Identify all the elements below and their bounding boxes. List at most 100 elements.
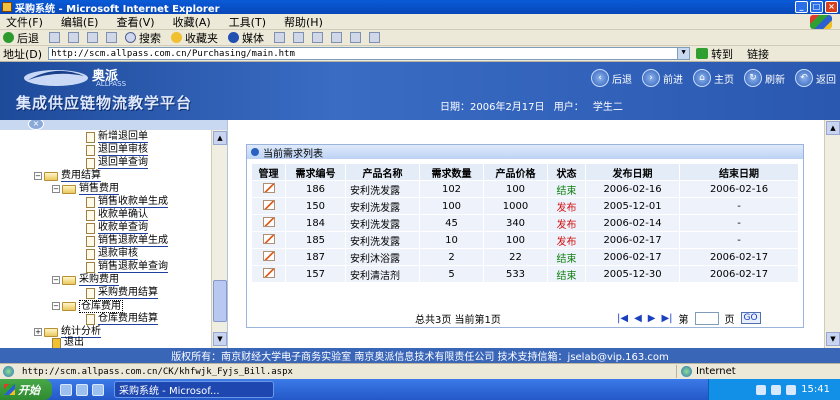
tree-item[interactable]: 仓库费用结算 (86, 313, 158, 325)
close-pane-icon[interactable]: × (28, 120, 44, 130)
menu-view[interactable]: 查看(V) (116, 14, 154, 30)
nav-back-button[interactable]: ‹ 后退 (591, 69, 632, 87)
menu-file[interactable]: 文件(F) (6, 14, 43, 30)
edit-cell[interactable] (251, 180, 286, 198)
prev-page-icon[interactable]: ◀ (634, 313, 642, 324)
first-page-icon[interactable]: |◀ (617, 313, 628, 324)
nav-home-button[interactable]: ⌂ 主页 (693, 69, 734, 87)
tree-item[interactable]: 销售退款单生成 (86, 235, 168, 247)
nav-forward-button[interactable]: › 前进 (642, 69, 683, 87)
edit-pencil-icon[interactable] (262, 267, 275, 278)
messenger-icon[interactable] (369, 32, 380, 43)
main-scrollbar[interactable]: ▲ ▼ (824, 120, 840, 348)
chevron-down-icon[interactable]: ▼ (677, 48, 690, 59)
edit-cell[interactable] (251, 265, 286, 283)
tree-item[interactable]: 销售退款单查询 (86, 261, 168, 273)
print-icon[interactable] (312, 32, 323, 43)
edit-cell[interactable] (251, 248, 286, 266)
menu-edit[interactable]: 编辑(E) (61, 14, 99, 30)
menu-help[interactable]: 帮助(H) (284, 14, 323, 30)
scroll-up-icon[interactable]: ▲ (213, 131, 227, 145)
maximize-button[interactable]: □ (810, 1, 823, 13)
stop-icon[interactable] (68, 32, 79, 43)
tree-folder[interactable]: − 采购费用 (52, 274, 119, 286)
back-button[interactable]: 后退 (3, 30, 39, 46)
cell-id: 186 (285, 180, 346, 198)
tree-item[interactable]: 收款单查询 (86, 222, 148, 234)
links-button[interactable]: 链接 (747, 46, 769, 62)
folder-icon[interactable] (350, 32, 361, 43)
tree-item[interactable]: 新增退回单 (86, 131, 148, 143)
edit-cell[interactable] (251, 197, 286, 215)
tree-item[interactable]: 销售收款单生成 (86, 196, 168, 208)
collapse-icon[interactable]: − (52, 185, 60, 193)
quick-launch (60, 383, 104, 396)
ime-tray-icon[interactable] (786, 384, 797, 395)
table-row: 184 安利洗发露 45 340 发布 2006-02-14 - (251, 214, 799, 232)
close-button[interactable]: × (825, 1, 838, 13)
cell-end-date: 2006-02-16 (679, 180, 799, 198)
edit-cell[interactable] (251, 214, 286, 232)
media-button[interactable]: 媒体 (228, 30, 264, 46)
mail-icon[interactable] (293, 32, 304, 43)
home-icon[interactable] (106, 32, 117, 43)
cell-id: 150 (285, 197, 346, 215)
nav-refresh-button[interactable]: ↻ 刷新 (744, 69, 785, 87)
tree-folder[interactable]: − 销售费用 (52, 183, 119, 195)
edit-pencil-icon[interactable] (262, 250, 275, 261)
menu-tools[interactable]: 工具(T) (229, 14, 266, 30)
media-quicklaunch-icon[interactable] (92, 383, 104, 396)
tree-item[interactable]: 退出 (52, 337, 84, 348)
cell-id: 187 (285, 248, 346, 266)
forward-icon[interactable] (49, 32, 60, 43)
network-tray-icon[interactable] (756, 384, 767, 395)
edit-pencil-icon[interactable] (262, 199, 275, 210)
start-button[interactable]: 开始 (0, 379, 52, 400)
volume-tray-icon[interactable] (771, 384, 782, 395)
refresh-icon[interactable] (87, 32, 98, 43)
edit-pencil-icon[interactable] (262, 233, 275, 244)
document-icon (86, 313, 95, 325)
edit-icon[interactable] (331, 32, 342, 43)
tree-item[interactable]: 收款单确认 (86, 209, 148, 221)
edit-pencil-icon[interactable] (262, 216, 275, 227)
search-button[interactable]: 搜索 (125, 30, 161, 46)
document-icon (86, 222, 95, 234)
minimize-button[interactable]: _ (795, 1, 808, 13)
desktop-quicklaunch-icon[interactable] (76, 383, 88, 396)
nav-return-button[interactable]: ↶ 返回 (795, 69, 836, 87)
tree-item[interactable]: 退回单审核 (86, 144, 148, 156)
expand-icon[interactable]: + (34, 328, 42, 336)
collapse-icon[interactable]: − (34, 172, 42, 180)
edit-pencil-icon[interactable] (262, 182, 275, 193)
pager: 总共3页 当前第1页 |◀ ◀ ▶ ▶| 第 页 GO (251, 310, 799, 326)
taskbar-task-ie[interactable]: 采购系统 - Microsof... (114, 381, 274, 398)
page-go-button[interactable]: GO (740, 312, 761, 324)
tree-folder[interactable]: − 仓库费用 (52, 299, 123, 313)
tree-scrollbar[interactable]: ▲ ▼ (211, 130, 227, 348)
favorites-button[interactable]: 收藏夹 (171, 30, 218, 46)
collapse-icon[interactable]: − (52, 276, 60, 284)
col-product: 产品名称 (345, 163, 420, 181)
scroll-thumb[interactable] (213, 280, 227, 322)
scroll-up-icon[interactable]: ▲ (826, 121, 840, 135)
history-icon[interactable] (274, 32, 285, 43)
next-page-icon[interactable]: ▶ (648, 313, 656, 324)
tree-folder[interactable]: − 费用结算 (34, 170, 101, 182)
menu-favorites[interactable]: 收藏(A) (173, 14, 211, 30)
scroll-down-icon[interactable]: ▼ (826, 332, 840, 346)
ie-quicklaunch-icon[interactable] (60, 383, 72, 396)
page-number-input[interactable] (694, 311, 719, 325)
cell-qty: 5 (419, 265, 484, 283)
page-suffix: 页 (724, 314, 735, 326)
tree-item[interactable]: 退回单查询 (86, 157, 148, 169)
address-input[interactable]: http://scm.allpass.com.cn/Purchasing/mai… (48, 47, 691, 60)
tree-item[interactable]: 退款审核 (86, 248, 138, 260)
collapse-icon[interactable]: − (52, 302, 60, 310)
tree-item[interactable]: 采购费用结算 (86, 287, 158, 299)
edit-cell[interactable] (251, 231, 286, 249)
scroll-down-icon[interactable]: ▼ (213, 332, 227, 346)
brand-sub: ALLPASS (96, 80, 127, 88)
last-page-icon[interactable]: ▶| (661, 313, 672, 324)
go-button[interactable]: 转到 (696, 46, 733, 62)
